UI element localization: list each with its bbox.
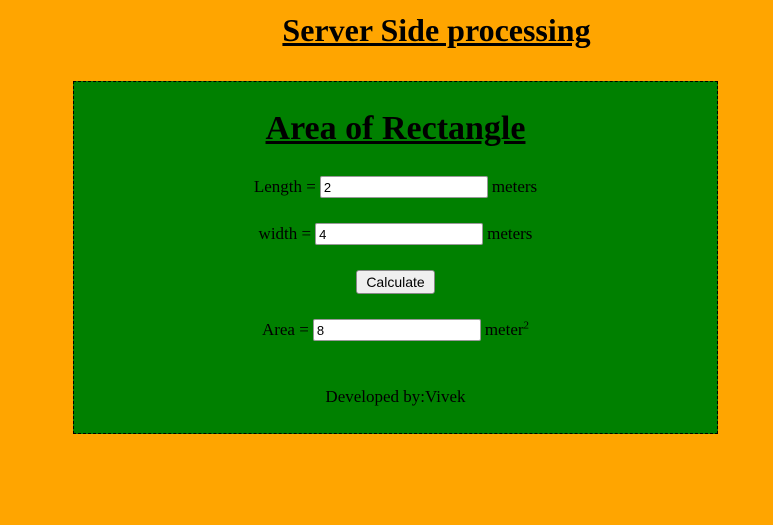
panel-title: Area of Rectangle [265, 110, 526, 147]
length-unit: meters [491, 177, 538, 196]
length-label: Length = [253, 177, 316, 196]
width-label: width = [258, 224, 312, 243]
width-row: width = meters [74, 223, 717, 245]
area-unit-text: meter [484, 320, 524, 339]
area-row: Area = meter2 [74, 319, 717, 341]
calculator-panel: Area of Rectangle Length = meters width … [73, 81, 718, 434]
area-unit: meter2 [485, 320, 529, 340]
length-input[interactable] [319, 176, 488, 198]
area-unit-exponent: 2 [523, 319, 530, 332]
calculate-row: Calculate [74, 270, 717, 294]
width-input[interactable] [315, 223, 484, 245]
developer-credit: Developed by:Vivek [325, 387, 466, 406]
width-unit: meters [487, 224, 533, 243]
calculate-button[interactable]: Calculate [356, 270, 435, 294]
area-output[interactable] [312, 319, 481, 341]
page-title: Server Side processing [282, 12, 591, 48]
length-row: Length = meters [74, 176, 717, 198]
area-label: Area = [261, 320, 309, 339]
page: Server Side processing Area of Rectangle… [0, 0, 773, 525]
